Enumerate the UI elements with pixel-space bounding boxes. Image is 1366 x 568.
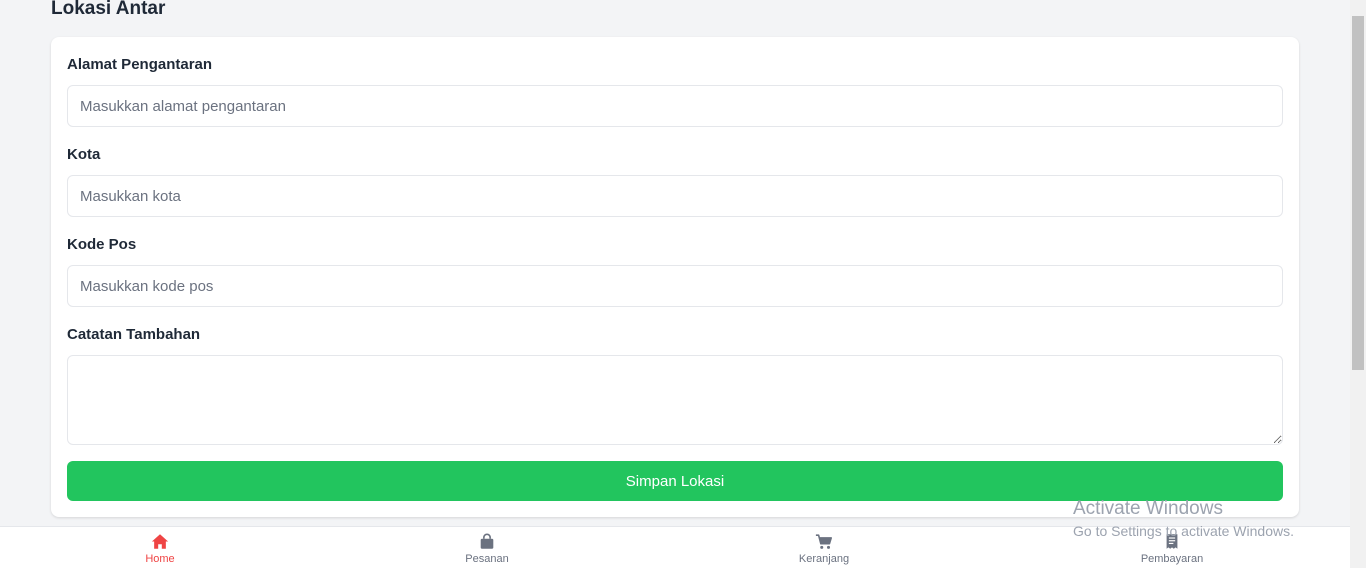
page-title: Lokasi Antar bbox=[51, 0, 166, 19]
delivery-location-form: Alamat Pengantaran Kota Kode Pos Catatan… bbox=[51, 37, 1299, 517]
nav-item-home[interactable]: Home bbox=[100, 533, 220, 566]
nav-item-pesanan[interactable]: Pesanan bbox=[427, 533, 547, 566]
receipt-icon bbox=[1166, 534, 1178, 549]
nav-label-pembayaran: Pembayaran bbox=[1140, 553, 1204, 565]
notes-label: Catatan Tambahan bbox=[67, 326, 201, 343]
notes-textarea[interactable] bbox=[67, 355, 1283, 445]
bottom-nav: Home Pesanan Keranjang Pembayaran bbox=[0, 526, 1350, 568]
city-input[interactable] bbox=[67, 175, 1283, 217]
nav-item-pembayaran[interactable]: Pembayaran bbox=[1112, 533, 1232, 566]
postal-code-input[interactable] bbox=[67, 265, 1283, 307]
home-icon bbox=[151, 534, 169, 549]
nav-label-home: Home bbox=[145, 553, 175, 565]
save-location-button[interactable]: Simpan Lokasi bbox=[67, 461, 1283, 501]
scrollbar-thumb[interactable] bbox=[1352, 16, 1364, 370]
vertical-scrollbar[interactable] bbox=[1350, 0, 1366, 568]
nav-item-keranjang[interactable]: Keranjang bbox=[764, 533, 884, 566]
address-label: Alamat Pengantaran bbox=[67, 56, 213, 73]
shopping-bag-icon bbox=[480, 533, 494, 549]
nav-label-keranjang: Keranjang bbox=[798, 553, 850, 565]
cart-icon bbox=[815, 534, 833, 549]
nav-label-pesanan: Pesanan bbox=[465, 553, 509, 565]
postal-code-label: Kode Pos bbox=[67, 236, 137, 253]
city-label: Kota bbox=[67, 146, 101, 163]
address-input[interactable] bbox=[67, 85, 1283, 127]
